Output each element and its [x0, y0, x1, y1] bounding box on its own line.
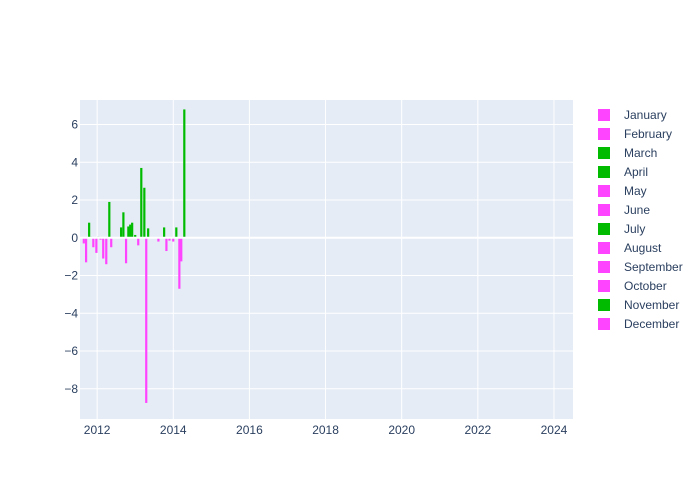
bar[interactable]: [95, 237, 98, 253]
bar[interactable]: [120, 227, 123, 238]
bar[interactable]: [129, 224, 132, 238]
bar[interactable]: [180, 237, 183, 262]
y-tick-label: −8: [64, 382, 78, 396]
legend-swatch: [598, 223, 610, 235]
legend-item[interactable]: September: [598, 260, 683, 274]
legend-swatch: [598, 242, 610, 254]
bar[interactable]: [84, 237, 88, 263]
bar[interactable]: [88, 222, 91, 238]
x-tick-label: 2016: [236, 423, 263, 437]
legend-label: April: [624, 165, 648, 179]
legend-label: February: [624, 127, 672, 141]
bar[interactable]: [110, 237, 113, 248]
legend-swatch: [598, 261, 610, 273]
legend-swatch: [598, 204, 610, 216]
y-tick-label: 6: [71, 118, 78, 132]
bar[interactable]: [145, 237, 148, 403]
x-tick-label: 2018: [312, 423, 339, 437]
legend-item[interactable]: October: [598, 279, 667, 293]
legend-item[interactable]: March: [598, 146, 657, 160]
y-tick-label: −4: [64, 306, 78, 320]
bar[interactable]: [143, 187, 146, 238]
legend-item[interactable]: July: [598, 222, 645, 236]
legend-label: September: [624, 260, 683, 274]
bar[interactable]: [105, 237, 108, 265]
legend-swatch: [598, 128, 610, 140]
y-tick-label: 4: [71, 155, 78, 169]
x-tick-label: 2020: [388, 423, 415, 437]
legend-label: March: [624, 146, 657, 160]
legend-label: November: [624, 298, 679, 312]
legend-label: May: [624, 184, 647, 198]
x-axis-ticks: 2012 2014 2016 2018 2020 2022 2024: [84, 423, 568, 437]
bar[interactable]: [140, 167, 143, 238]
legend-label: December: [624, 317, 679, 331]
legend-item[interactable]: June: [598, 203, 650, 217]
y-tick-label: 0: [71, 231, 78, 245]
legend-swatch: [598, 318, 610, 330]
legend-item[interactable]: February: [598, 127, 672, 141]
y-tick-label: 2: [71, 193, 78, 207]
legend-swatch: [598, 299, 610, 311]
bar[interactable]: [163, 227, 166, 238]
legend-label: June: [624, 203, 650, 217]
x-tick-label: 2024: [541, 423, 568, 437]
bar[interactable]: [131, 222, 134, 238]
legend-item[interactable]: January: [598, 108, 667, 122]
legend-item[interactable]: December: [598, 317, 679, 331]
plot-background: [80, 100, 573, 419]
bar[interactable]: [127, 226, 130, 238]
legend: January February March April May June July Augu…: [598, 108, 683, 331]
legend-swatch: [598, 109, 610, 121]
bar[interactable]: [108, 201, 111, 238]
legend-item[interactable]: August: [598, 241, 662, 255]
legend-swatch: [598, 147, 610, 159]
legend-label: January: [624, 108, 667, 122]
y-tick-label: −6: [64, 344, 78, 358]
bar[interactable]: [137, 237, 140, 246]
bar[interactable]: [122, 212, 125, 238]
legend-swatch: [598, 185, 610, 197]
bar[interactable]: [92, 237, 95, 248]
legend-item[interactable]: April: [598, 165, 648, 179]
legend-swatch: [598, 280, 610, 292]
bar[interactable]: [124, 237, 128, 264]
bar[interactable]: [165, 237, 168, 252]
bar[interactable]: [175, 227, 178, 238]
chart: 6 4 2 0 −2 −4 −6 −8 2012 2014 2016 2018 2020 2022 202…: [64, 100, 683, 437]
bar[interactable]: [147, 228, 150, 238]
bar[interactable]: [178, 237, 181, 289]
legend-label: August: [624, 241, 662, 255]
bar[interactable]: [102, 237, 105, 259]
legend-label: July: [624, 222, 645, 236]
x-tick-label: 2022: [464, 423, 491, 437]
y-axis-ticks: 6 4 2 0 −2 −4 −6 −8: [64, 118, 78, 396]
x-tick-label: 2012: [84, 423, 111, 437]
legend-swatch: [598, 166, 610, 178]
legend-item[interactable]: May: [598, 184, 647, 198]
legend-item[interactable]: November: [598, 298, 679, 312]
y-tick-label: −2: [64, 269, 78, 283]
bar[interactable]: [183, 109, 186, 238]
x-tick-label: 2014: [160, 423, 187, 437]
legend-label: October: [624, 279, 667, 293]
